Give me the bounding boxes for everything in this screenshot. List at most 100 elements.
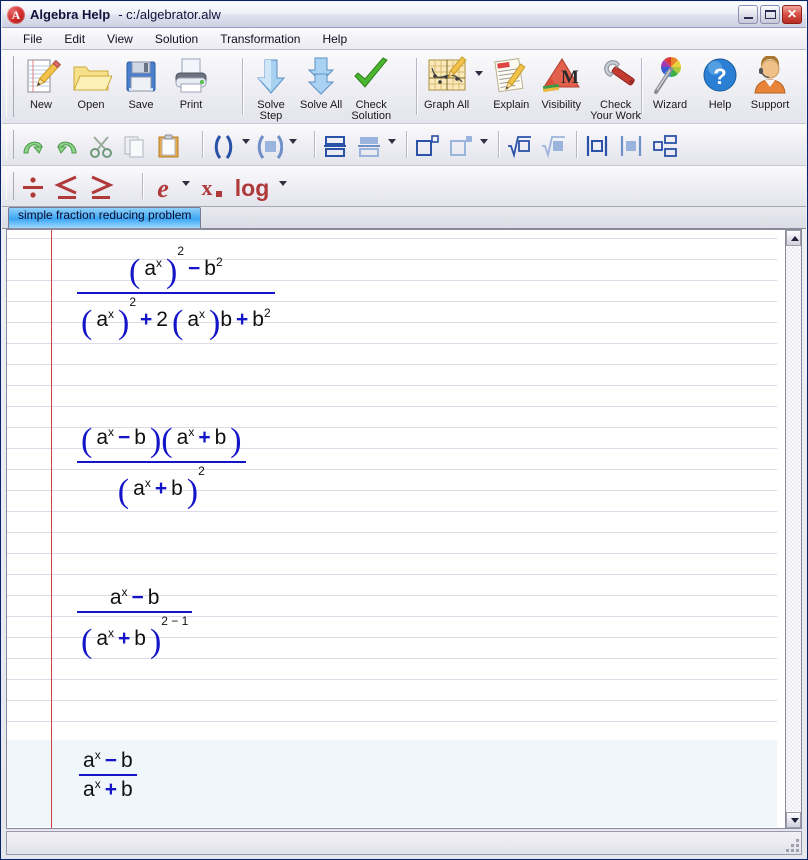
copy-button[interactable] [118, 130, 152, 162]
window-title: Algebra Help [30, 7, 111, 22]
fraction-template-icon [356, 133, 382, 159]
rule-line [7, 574, 777, 575]
explain-button-label: Explain [493, 99, 530, 111]
check-your-work-button[interactable]: Check Your Work [586, 53, 645, 125]
absolute-value-filled-button[interactable] [614, 130, 648, 162]
open-button[interactable]: Open [66, 53, 116, 114]
scroll-up-button[interactable] [786, 230, 801, 246]
menu-file[interactable]: File [12, 29, 53, 49]
edit-toolbar-grip[interactable] [6, 130, 14, 159]
rule-line [7, 532, 777, 533]
new-button[interactable]: New [16, 53, 66, 114]
support-button[interactable]: Support [745, 53, 795, 114]
print-button[interactable]: Print [166, 53, 216, 114]
graph-all-button-label: Graph All [424, 99, 470, 111]
vertical-scrollbar[interactable] [785, 229, 802, 829]
parentheses-dropdown-caret[interactable] [242, 139, 250, 144]
absolute-value-filled-icon [618, 133, 644, 159]
fraction-button[interactable] [318, 130, 352, 162]
less-than-equal-button[interactable] [50, 170, 84, 202]
algebrator-icon [7, 5, 25, 24]
explain-button[interactable]: Explain [486, 53, 536, 114]
cut-button[interactable] [84, 130, 118, 162]
symbol-toolbar: e x log [2, 166, 806, 207]
down-arrow-icon [250, 56, 292, 98]
symbol-toolbar-grip[interactable] [6, 172, 14, 200]
exponential-dropdown-caret[interactable] [182, 181, 190, 186]
solve-all-button[interactable]: Solve All [296, 53, 346, 114]
graph-plot-icon [426, 56, 468, 98]
superscript-icon [414, 133, 440, 159]
exponential-e-button[interactable]: e [146, 170, 180, 203]
logarithm-dropdown-caret[interactable] [279, 181, 287, 186]
rule-line [7, 364, 777, 365]
step-4-fraction-bar [79, 774, 137, 776]
graph-all-button[interactable]: Graph All [420, 53, 473, 114]
resize-grip[interactable] [785, 838, 799, 852]
parentheses-filled-button[interactable] [253, 130, 287, 162]
step-1-fraction-bar [77, 292, 275, 294]
scroll-down-button[interactable] [786, 812, 801, 828]
toolbar-grip[interactable] [6, 56, 14, 117]
undo-button[interactable] [16, 130, 50, 162]
radical-button[interactable] [502, 130, 536, 162]
divide-icon [20, 173, 46, 199]
greater-than-equal-button[interactable] [84, 170, 118, 202]
menu-edit[interactable]: Edit [53, 29, 96, 49]
check-solution-button[interactable]: Check Solution [346, 53, 396, 125]
radical-template-button[interactable] [536, 130, 570, 162]
solve-step-button-label: Solve Step [257, 99, 285, 122]
rule-line [7, 385, 777, 386]
menu-transformation[interactable]: Transformation [209, 29, 311, 49]
wrench-icon [595, 56, 637, 98]
tab-simple-fraction-reducing-problem[interactable]: simple fraction reducing problem [8, 207, 202, 228]
step-2-expression[interactable]: (ax − b)(ax + b) (ax + b)2 [77, 422, 246, 511]
paste-button[interactable] [152, 130, 186, 162]
fraction-dropdown-caret[interactable] [388, 139, 396, 144]
open-button-label: Open [77, 99, 105, 111]
superscript-template-button[interactable] [444, 130, 478, 162]
parentheses-filled-dropdown-caret[interactable] [289, 139, 297, 144]
support-button-label: Support [750, 99, 790, 111]
step-2-fraction: (ax − b)(ax + b) (ax + b)2 [77, 422, 246, 511]
parentheses-button[interactable] [206, 130, 240, 162]
magic-wand-icon [649, 56, 691, 98]
rule-line [7, 721, 777, 722]
save-button-label: Save [128, 99, 154, 111]
matrix-button[interactable] [648, 130, 682, 162]
main-toolbar: New Open Save Print Solve Step Solve All… [2, 50, 806, 124]
rule-line [7, 343, 777, 344]
maximize-button[interactable] [760, 5, 780, 24]
redo-button[interactable] [50, 130, 84, 162]
undo-icon [20, 133, 46, 159]
logarithm-button[interactable]: log [227, 170, 277, 202]
help-button[interactable]: ? Help [695, 53, 745, 114]
close-button[interactable]: ✕ [782, 5, 802, 24]
divide-button[interactable] [16, 170, 50, 202]
floppy-disk-icon [120, 56, 162, 98]
minimize-button[interactable] [738, 5, 758, 24]
graph-all-dropdown-caret[interactable] [475, 71, 484, 76]
save-button[interactable]: Save [116, 53, 166, 114]
step-3-denominator: (ax + b)2 − 1 [81, 614, 189, 660]
scrollbar-track[interactable] [786, 247, 801, 811]
solve-step-button[interactable]: Solve Step [246, 53, 296, 125]
step-3-expression[interactable]: ax − b (ax + b)2 − 1 [77, 585, 193, 661]
visibility-button[interactable]: M Visibility [536, 53, 586, 114]
superscript-button[interactable] [410, 130, 444, 162]
fraction-icon [322, 133, 348, 159]
svg-text:?: ? [713, 64, 726, 89]
menu-view[interactable]: View [96, 29, 144, 49]
absolute-value-button[interactable] [580, 130, 614, 162]
superscript-dropdown-caret[interactable] [480, 139, 488, 144]
fraction-template-button[interactable] [352, 130, 386, 162]
exponential-e-icon: e [150, 173, 176, 203]
step-4-expression[interactable]: ax − b ax + b [79, 748, 137, 802]
document-view[interactable]: (ax)2− b2 (ax)2+ 2(ax)b + b2 (ax − b)(ax + b) (a… [6, 229, 802, 829]
wizard-button[interactable]: Wizard [645, 53, 695, 114]
rule-line [7, 511, 777, 512]
step-1-expression[interactable]: (ax)2− b2 (ax)2+ 2(ax)b + b2 [77, 244, 275, 342]
subscript-x-button[interactable]: x [193, 170, 227, 202]
menu-help[interactable]: Help [311, 29, 358, 49]
menu-solution[interactable]: Solution [144, 29, 209, 49]
